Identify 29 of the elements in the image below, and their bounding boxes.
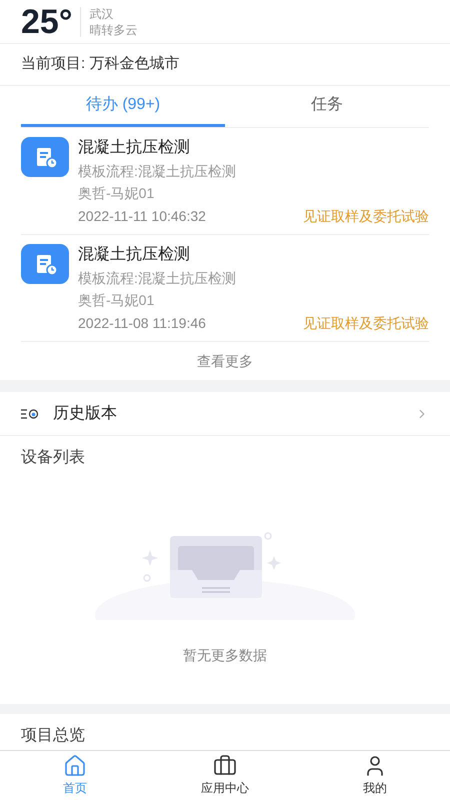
document-clock-icon bbox=[21, 244, 69, 284]
nav-tab[interactable]: 我的 bbox=[300, 751, 450, 800]
task-item[interactable]: 混凝土抗压检测 模板流程:混凝土抗压检测 奥哲-马妮01 2022-11-11 10:46:32 见证取样及委托试验 bbox=[21, 128, 429, 235]
list-eye-icon bbox=[21, 408, 39, 418]
weather-condition: 晴转多云 bbox=[89, 22, 138, 38]
task-time: 2022-11-11 10:46:32 bbox=[78, 206, 206, 226]
section-title: 项目总览 bbox=[21, 727, 85, 744]
task-flow: 模板流程:混凝土抗压检测 bbox=[78, 162, 237, 180]
empty-message: 暂无更多数据 bbox=[183, 646, 267, 665]
task-site: 奥哲-马妮01 bbox=[78, 291, 156, 310]
task-stage: 见证取样及委托试验 bbox=[303, 314, 429, 332]
task-site: 奥哲-马妮01 bbox=[78, 184, 156, 203]
section-title: 设备列表 bbox=[21, 448, 85, 468]
briefcase-icon bbox=[213, 754, 237, 778]
view-more-link[interactable]: 查看更多 bbox=[197, 350, 253, 372]
tab[interactable]: 任务 bbox=[225, 86, 429, 127]
document-clock-icon bbox=[21, 137, 69, 177]
city-name: 武汉 bbox=[89, 6, 114, 22]
task-flow: 模板流程:混凝土抗压检测 bbox=[78, 268, 237, 288]
task-stage: 见证取样及委托试验 bbox=[303, 206, 429, 226]
temperature: 25° bbox=[21, 4, 72, 38]
task-item[interactable]: 混凝土抗压检测 模板流程:混凝土抗压检测 奥哲-马妮01 2022-11-08 11:19:46 见证取样及委托试验 bbox=[21, 235, 429, 342]
home-icon bbox=[63, 754, 87, 778]
history-row[interactable]: 历史版本 bbox=[0, 392, 450, 436]
task-title: 混凝土抗压检测 bbox=[78, 244, 191, 265]
task-time: 2022-11-08 11:19:46 bbox=[78, 314, 206, 332]
task-title: 混凝土抗压检测 bbox=[78, 138, 191, 158]
nav-tab[interactable]: 应用中心 bbox=[150, 751, 300, 800]
current-project: 当前项目: 万科金色城市 bbox=[21, 54, 180, 74]
